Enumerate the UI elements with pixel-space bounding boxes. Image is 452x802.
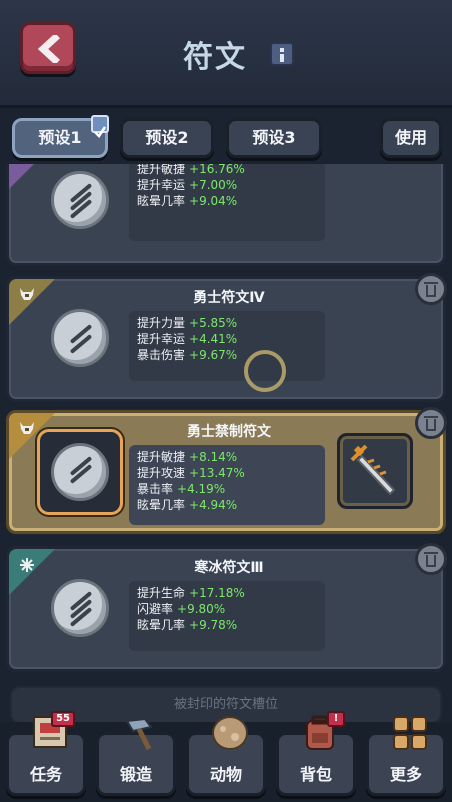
rune-icon [51,443,109,501]
rune-slot[interactable] [37,429,123,515]
rune-title: 勇士符文Ⅳ [193,290,265,306]
nav-label: 任务 [29,765,62,784]
header: 符文 [0,0,452,108]
rune-card[interactable]: 勇士符文Ⅳ 提升力量 +5.85% 提升幸运 +4.41% 暴击伤害 +9.67% [6,273,447,402]
use-button[interactable]: 使用 [380,118,442,158]
info-icon[interactable] [270,42,294,66]
rune-title: 寒冰符文Ⅲ [194,560,264,576]
stat-name: 闪避率 [137,602,174,616]
preset-tab-3[interactable]: 预设3 [226,118,322,158]
stat-name: 眩晕几率 [137,618,186,632]
nav-label: 更多 [389,765,422,784]
preset-label: 预设2 [145,128,189,147]
rune-slot[interactable] [37,565,123,651]
rune-stats: 提升力量 +5.85% 提升幸运 +4.41% 暴击伤害 +9.67% [129,311,325,381]
bottom-nav: 55 任务 锻造 动物 ! 背包 更多 [0,711,452,802]
stat-name: 眩晕几率 [137,194,186,208]
rune-title: 勇士禁制符文 [187,424,271,440]
trash-icon[interactable] [415,543,447,575]
quest-badge: 55 [51,711,75,727]
helmet-icon [19,421,35,439]
quest-icon: 55 [31,711,75,751]
nav-more[interactable]: 更多 [366,716,446,796]
stat-name: 暴击率 [137,482,174,496]
trash-icon[interactable] [415,407,447,439]
preset-label: 预设1 [38,128,82,147]
stat-value: +9.67% [189,348,238,362]
stat-value: +4.19% [177,482,226,496]
nav-label: 背包 [299,765,332,784]
egg-icon [211,715,249,751]
preset-bar: 预设1 预设2 预设3 使用 [0,110,452,162]
stat-value: +17.18% [189,586,245,600]
sword-icon [350,444,396,496]
snowflake-icon [19,557,35,577]
rune-card[interactable]: 寒冰符文Ⅲ 提升生命 +17.18% 闪避率 +9.80% 眩晕几率 +9.78% [6,543,447,672]
stat-value: +4.94% [189,498,238,512]
stat-value: +16.76% [189,164,245,176]
nav-label: 锻造 [119,765,152,784]
nav-quest[interactable]: 55 任务 [6,711,86,796]
preset-tab-1[interactable]: 预设1 [12,115,109,158]
stat-name: 眩晕几率 [137,498,186,512]
use-button-label: 使用 [394,128,427,147]
rune-card-selected[interactable]: 勇士禁制符文 提升敏捷 +8.14% 提升攻速 +13.47% 暴击率 +4.19% … [6,407,447,534]
stat-value: +4.41% [189,332,238,346]
rune-icon [51,309,109,367]
stat-name: 提升攻速 [137,466,186,480]
nav-forge[interactable]: 锻造 [96,717,176,796]
stat-value: +9.78% [189,618,238,632]
rune-stats: 提升生命 +17.18% 闪避率 +9.80% 眩晕几率 +9.78% [129,581,325,651]
stat-name: 提升生命 [137,586,186,600]
preset-tab-2[interactable]: 预设2 [120,118,214,158]
stat-value: +13.47% [189,466,245,480]
checkmark-icon [91,115,109,138]
nav-backpack[interactable]: ! 背包 [276,711,356,796]
preset-label: 预设3 [252,128,296,147]
stat-name: 暴击伤害 [137,348,186,362]
grid-icon [391,715,429,751]
rune-icon [51,171,109,229]
backpack-icon: ! [301,711,345,751]
rune-stats: 提升敏捷 +8.14% 提升攻速 +13.47% 暴击率 +4.19% 眩晕几率 +4.… [129,445,325,525]
rune-slot[interactable] [37,164,123,243]
stat-name: 提升幸运 [137,332,186,346]
stat-value: +9.04% [189,194,238,208]
stat-value: +7.00% [189,178,238,192]
backpack-badge: ! [327,711,345,727]
rune-slot[interactable] [37,295,123,381]
trash-icon[interactable] [415,273,447,305]
stat-name: 提升敏捷 [137,164,186,176]
nav-label: 动物 [209,765,242,784]
loading-ring-icon [244,350,286,392]
stat-name: 提升力量 [137,316,186,330]
page-title: 符文 [183,40,247,75]
equipped-weapon[interactable] [337,433,413,509]
rune-list[interactable]: 提升敏捷 +16.76% 提升幸运 +7.00% 眩晕几率 +9.04% 勇士符文Ⅳ … [0,164,452,724]
stat-value: +8.14% [189,450,238,464]
stat-value: +5.85% [189,316,238,330]
rune-stats: 提升敏捷 +16.76% 提升幸运 +7.00% 眩晕几率 +9.04% [129,164,325,241]
nav-animals[interactable]: 动物 [186,716,266,796]
rune-icon [51,579,109,637]
hammer-icon [121,715,159,751]
stat-name: 提升敏捷 [137,450,186,464]
stat-value: +9.80% [177,602,226,616]
rune-card[interactable]: 提升敏捷 +16.76% 提升幸运 +7.00% 眩晕几率 +9.04% [6,164,446,266]
helmet-icon [19,287,35,305]
stat-name: 提升幸运 [137,178,186,192]
